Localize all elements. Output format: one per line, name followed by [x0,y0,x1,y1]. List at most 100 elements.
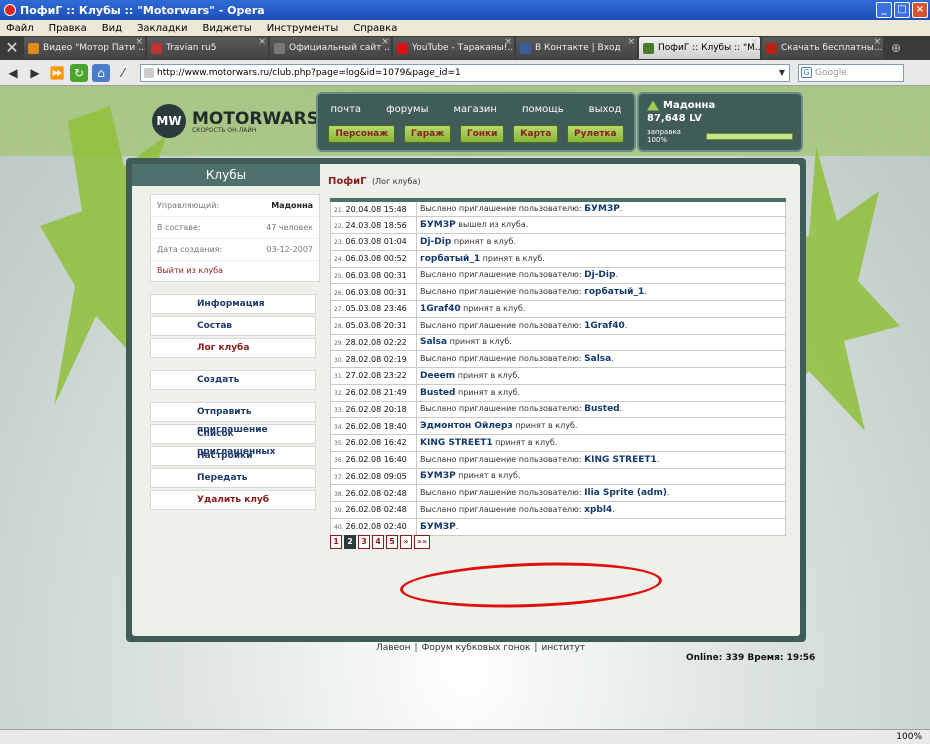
log-event-cell: горбатый_1 принят в клуб. [416,249,786,268]
close-tab-icon[interactable]: × [258,37,266,47]
table-row: 22. 24.03.08 18:56 БУМЗР вышел из клуба. [330,216,786,234]
close-tab-icon[interactable]: × [873,37,881,47]
menu-item-1[interactable]: Правка [49,23,87,34]
home-icon[interactable]: ⌂ [92,63,110,82]
log-user-link[interactable]: KING STREET1 [584,455,657,465]
sidebar-item-menu3-1[interactable]: Список приглашенных [150,424,316,457]
menu-item-3[interactable]: Закладки [137,23,188,34]
leave-club-link[interactable]: Выйти из клуба [151,261,319,281]
tools-icon[interactable]: ✕ [0,36,24,60]
log-user-link[interactable]: 1Graf40 [584,321,625,331]
info-value[interactable]: Мадонна [271,195,313,216]
nav-link-2[interactable]: магазин [454,104,497,115]
footer-link-1[interactable]: Форум кубковых гонок [422,643,531,653]
log-user-link[interactable]: 1Graf40 [420,304,461,314]
maximize-button[interactable]: □ [894,2,910,18]
back-icon[interactable]: ◀ [4,64,22,82]
page-link-0[interactable]: 1 [330,535,342,549]
sidebar-item-menu2-0[interactable]: Создать [150,370,316,390]
user-name[interactable]: Мадонна [663,100,715,111]
reload-icon[interactable]: ↻ [70,63,88,82]
tab-2[interactable]: Официальный сайт ... × [270,37,391,59]
opera-icon [4,4,16,16]
sidebar-item-menu1-1[interactable]: Состав [150,316,316,336]
nav-button-2[interactable]: Гонки [459,125,505,143]
sidebar-title: Клубы [132,164,320,186]
menu-item-4[interactable]: Виджеты [203,23,252,34]
tab-6[interactable]: Скачать бесплатны... × [762,37,883,59]
log-user-link[interactable]: БУМЗР [420,471,456,481]
tab-0[interactable]: Видео "Мотор Пати ... × [24,37,145,59]
log-user-link[interactable]: БУМЗР [584,204,620,214]
search-input[interactable]: G Google [798,63,904,82]
forward-icon[interactable]: ▶ [26,64,44,82]
log-user-link[interactable]: Salsa [420,337,447,347]
page-link-5[interactable]: » [400,535,412,549]
menu-item-2[interactable]: Вид [102,23,122,34]
log-event-cell: Выслано приглашение пользователю: 1Graf4… [416,316,786,335]
new-tab-icon[interactable]: ⊕ [891,41,901,55]
nav-button-4[interactable]: Рулетка [567,125,624,143]
menu-item-6[interactable]: Справка [353,23,397,34]
close-tab-icon[interactable]: × [135,37,143,47]
log-date: 05.03.08 20:31 [345,321,407,331]
nav-button-1[interactable]: Гараж [403,125,452,143]
sidebar-item-menu3-2[interactable]: Настройки [150,446,316,466]
nav-link-0[interactable]: почта [331,104,362,115]
log-event-suffix: . [612,504,615,514]
log-event-suffix: . [455,521,459,531]
nav-button-0[interactable]: Персонаж [328,125,396,143]
log-user-link[interactable]: горбатый_1 [584,287,644,297]
log-event-cell: Dj-Dip принят в клуб. [416,233,786,251]
chevron-down-icon[interactable]: ▼ [775,65,789,81]
nav-link-3[interactable]: помощь [522,104,564,115]
page-link-3[interactable]: 4 [372,535,384,549]
log-user-link[interactable]: Dj-Dip [584,270,615,280]
minimize-button[interactable]: _ [876,2,892,18]
address-field[interactable]: http://www.motorwars.ru/club.php?page=lo… [140,63,790,82]
close-tab-icon[interactable]: × [504,37,512,47]
tab-3[interactable]: YouTube - Тараканы!... × [393,37,514,59]
menu-item-0[interactable]: Файл [6,23,34,34]
log-user-link[interactable]: Deeem [420,371,455,381]
nav-link-1[interactable]: форумы [386,104,428,115]
log-user-link[interactable]: Ilia Sprite (adm) [584,488,667,498]
wand-icon[interactable]: ⁄ [114,64,132,82]
tab-1[interactable]: Travian ru5 × [147,37,268,59]
tab-5[interactable]: ПофиГ :: Клубы :: "M... × [639,37,760,59]
log-user-link[interactable]: KING STREET1 [420,438,493,448]
sidebar-item-menu1-2[interactable]: Лог клуба [150,338,316,358]
log-user-link[interactable]: Busted [420,388,455,398]
footer-link-0[interactable]: Лавеон [376,643,411,653]
log-user-link[interactable]: Dj-Dip [420,237,451,247]
close-tab-icon[interactable]: × [627,37,635,47]
close-button[interactable]: × [912,2,928,18]
sidebar-item-menu3-4[interactable]: Удалить клуб [150,490,316,510]
nav-button-3[interactable]: Карта [513,125,559,143]
page-link-1[interactable]: 2 [344,535,356,549]
log-event-suffix: принят в клуб. [460,303,526,313]
fast-forward-icon[interactable]: ⏩ [48,64,66,82]
page-link-6[interactable]: »» [414,535,430,549]
sidebar-item-menu3-0[interactable]: Отправить приглашение [150,402,316,435]
log-user-link[interactable]: БУМЗР [420,522,456,532]
tab-favicon-icon [766,42,777,54]
sidebar-item-menu3-3[interactable]: Передать [150,468,316,488]
log-user-link[interactable]: Эдмонтон Ойлерз [420,421,513,431]
log-user-link[interactable]: xpbl4 [584,505,612,515]
log-user-link[interactable]: Busted [584,404,619,414]
menu-item-5[interactable]: Инструменты [267,23,339,34]
log-row-number: 36. [334,457,344,465]
log-user-link[interactable]: Salsa [584,354,611,364]
close-tab-icon[interactable]: × [381,37,389,47]
page-link-2[interactable]: 3 [358,535,370,549]
sidebar-item-menu1-0[interactable]: Информация [150,294,316,314]
nav-link-4[interactable]: выход [589,104,622,115]
log-user-link[interactable]: БУМЗР [420,220,456,230]
log-user-link[interactable]: горбатый_1 [420,254,480,264]
close-tab-icon[interactable]: × [750,37,758,47]
zoom-level[interactable]: 100% [896,732,922,742]
tab-4[interactable]: В Контакте | Вход × [516,37,637,59]
footer-link-2[interactable]: институт [541,643,585,653]
page-link-4[interactable]: 5 [386,535,398,549]
